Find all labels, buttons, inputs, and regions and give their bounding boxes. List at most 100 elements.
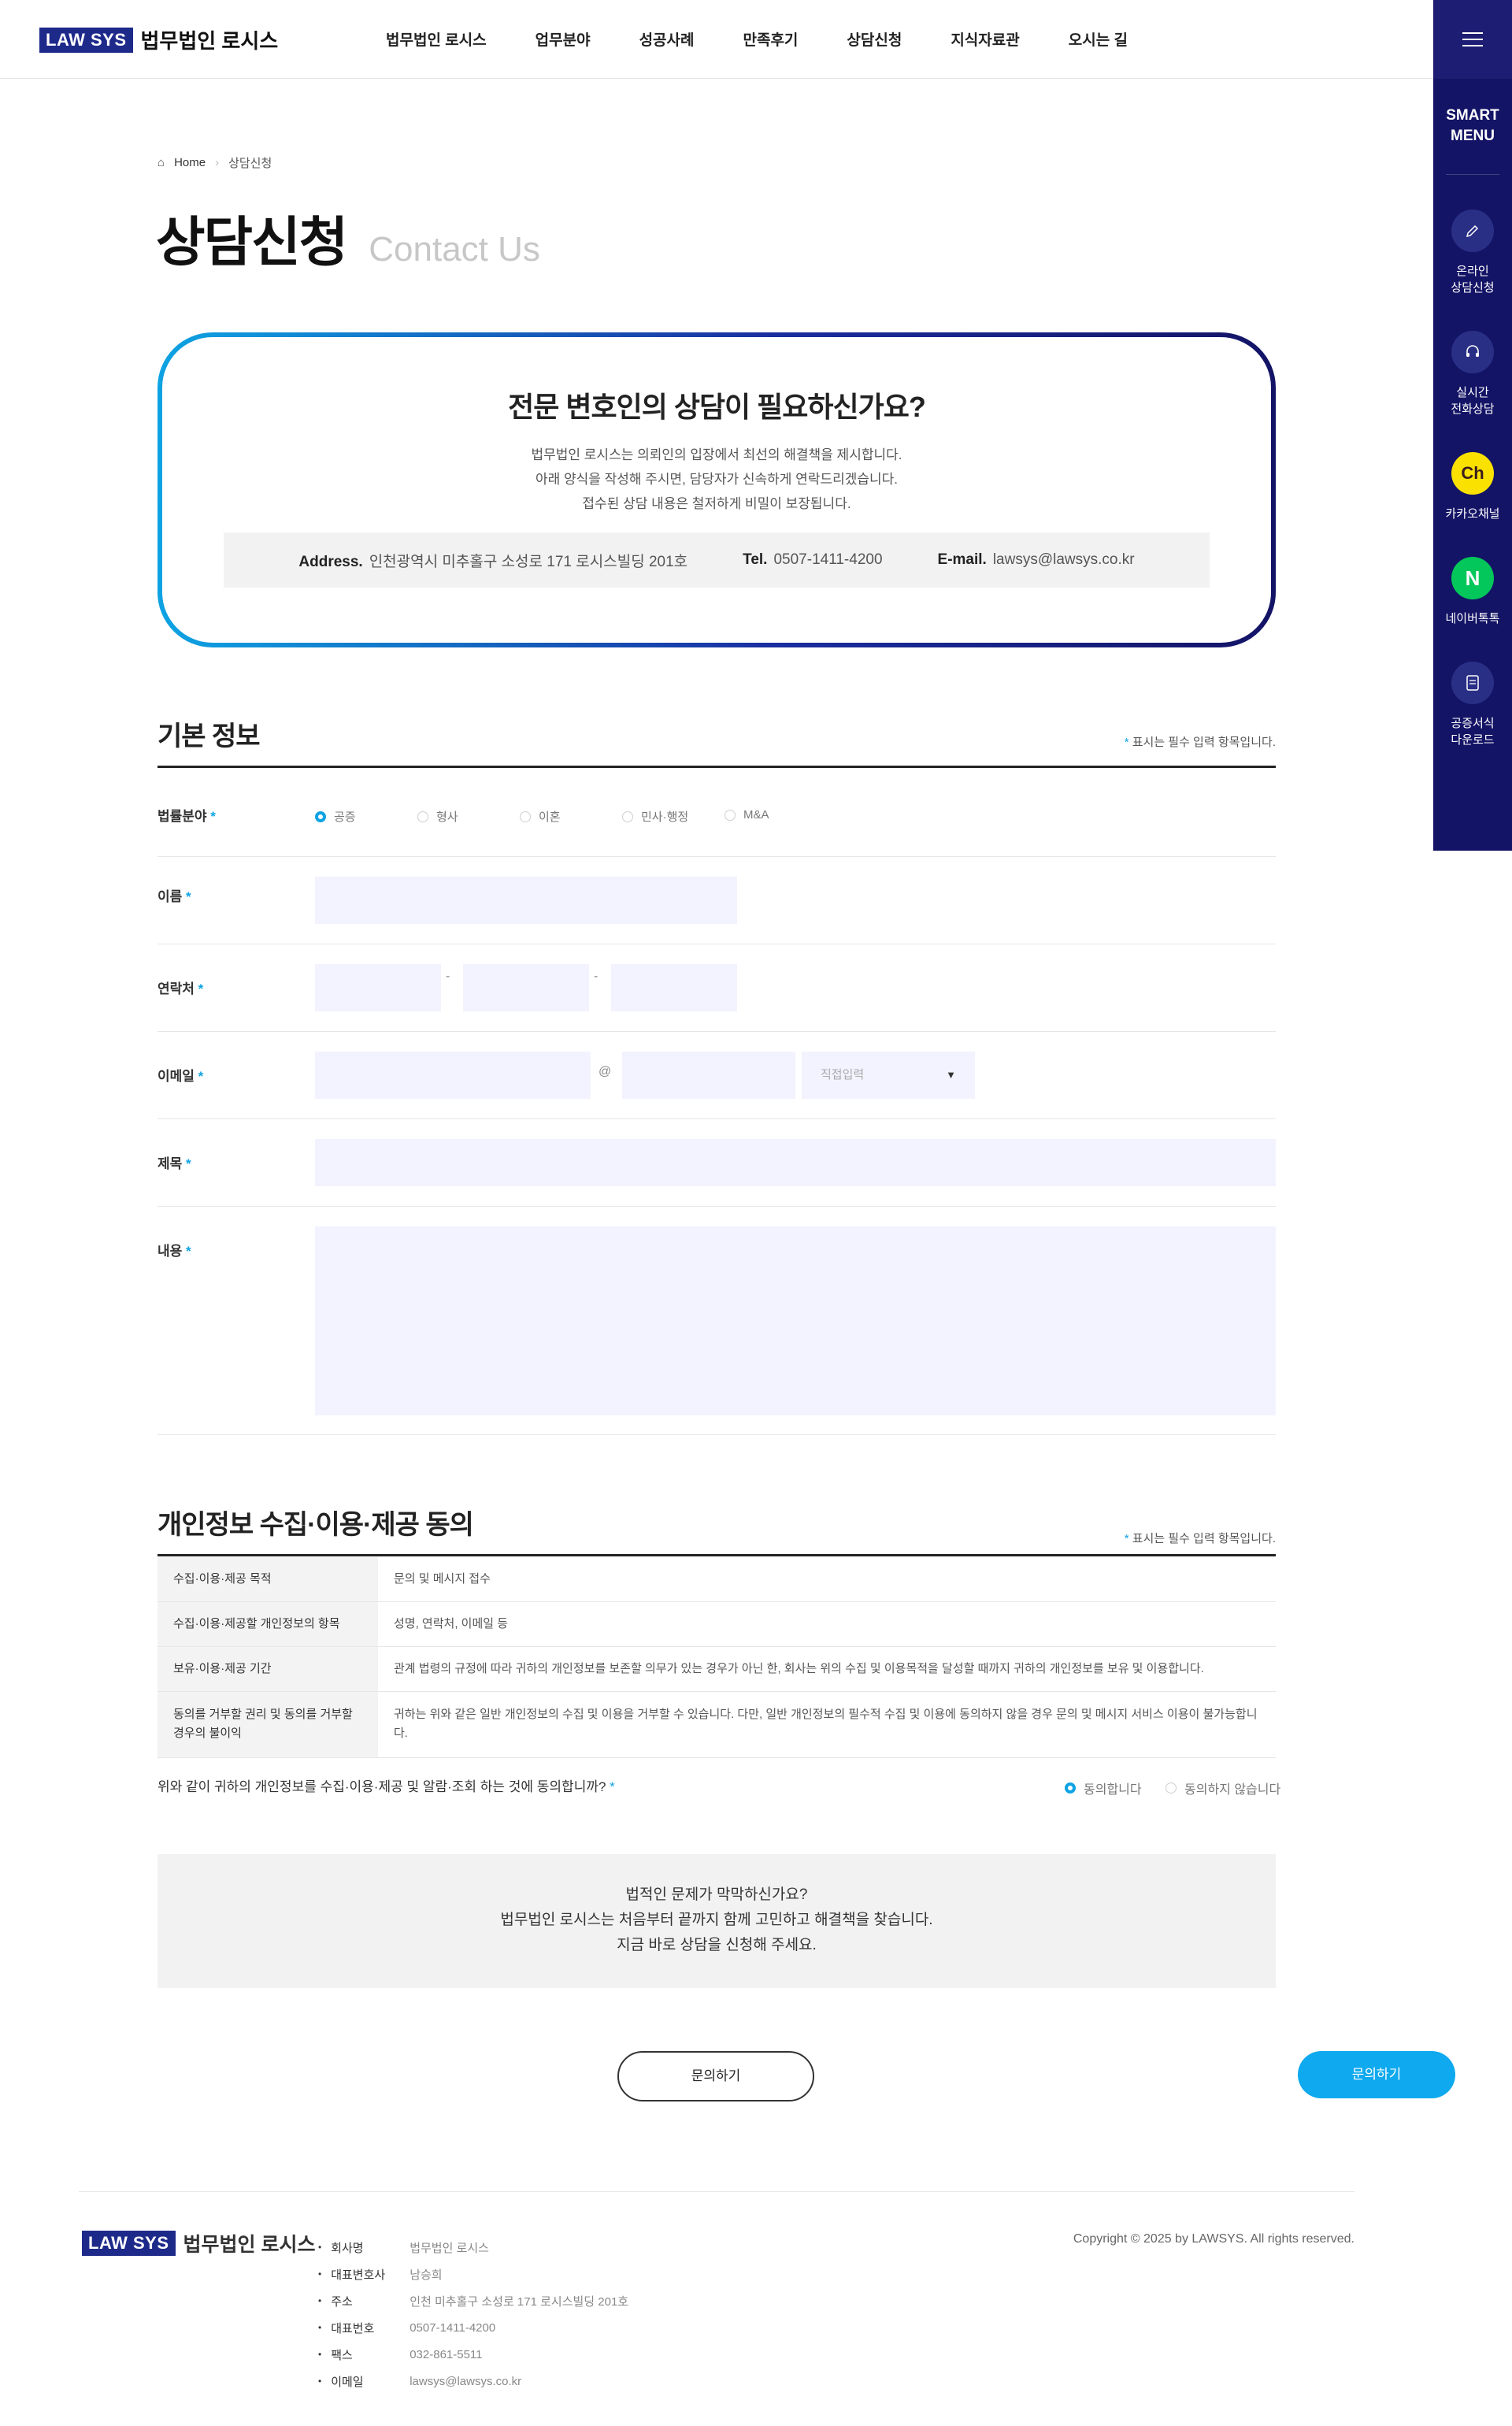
kakao-icon: Ch	[1451, 452, 1494, 495]
footer-info-item: 팩스032-861-5511	[318, 2341, 628, 2368]
cta-line: 지금 바로 상담을 신청해 주세요.	[617, 1937, 817, 1953]
table-cell: 성명, 연락처, 이메일 등	[378, 1601, 1276, 1647]
phone-input-1[interactable]	[315, 964, 441, 1011]
table-row: 수집·이용·제공 목적 문의 및 메시지 접수	[158, 1557, 1276, 1602]
intro-line: 접수된 상담 내용은 철저하게 비밀이 보장됩니다.	[582, 496, 851, 511]
email-id-input[interactable]	[315, 1052, 591, 1099]
radio-criminal[interactable]: 형사	[417, 808, 458, 825]
hamburger-menu-button[interactable]	[1433, 0, 1512, 79]
name-input[interactable]	[315, 877, 737, 924]
breadcrumb: ⌂ Home › 상담신청	[158, 154, 272, 171]
email-domain-input[interactable]	[622, 1052, 795, 1099]
site-header: LAW SYS 법무법인 로시스 법무법인 로시스 업무분야 성공사례 만족후기…	[0, 0, 1512, 79]
footer-info-item: 대표변호사남승희	[318, 2261, 628, 2287]
email-at-sign: @	[598, 1065, 612, 1078]
field-label: 법률분야 *	[158, 809, 216, 824]
name-label: 이름 *	[158, 889, 191, 904]
required-note: * 표시는 필수 입력 항목입니다.	[1124, 1532, 1276, 1545]
smart-item-label: 상담신청	[1451, 281, 1495, 295]
footer-info-item: 회사명법무법인 로시스	[318, 2234, 628, 2261]
intro-heading: 전문 변호인의 상담이 필요하신가요?	[508, 391, 926, 423]
phone-input-3[interactable]	[611, 964, 737, 1011]
radio-notary[interactable]: 공증	[315, 808, 356, 825]
content-row: 내용 *	[158, 1207, 1276, 1435]
main-nav: 법무법인 로시스 업무분야 성공사례 만족후기 상담신청 지식자료관 오시는 길	[386, 28, 1177, 50]
email-row: 이메일 * @ 직접입력 ▼	[158, 1032, 1276, 1119]
phone-row: 연락처 * - -	[158, 944, 1276, 1032]
smart-item-kakao[interactable]: Ch 카카오채널	[1433, 452, 1512, 522]
page-title: 상담신청 Contact Us	[156, 198, 540, 276]
basic-info-header: 기본 정보 * 표시는 필수 입력 항목입니다.	[158, 705, 1276, 768]
smart-item-online-consult[interactable]: 온라인 상담신청	[1433, 210, 1512, 296]
chevron-right-icon: ›	[215, 156, 220, 169]
nav-item-library[interactable]: 지식자료관	[951, 28, 1019, 50]
document-icon	[1451, 662, 1494, 704]
content-label: 내용 *	[158, 1244, 191, 1259]
nav-item-cases[interactable]: 성공사례	[639, 28, 695, 50]
footer-info: 회사명법무법인 로시스 대표변호사남승희 주소인천 미추홀구 소성로 171 로…	[318, 2234, 628, 2394]
pencil-icon	[1451, 210, 1494, 252]
nav-item-location[interactable]: 오시는 길	[1069, 28, 1128, 50]
footer-info-item: 주소인천 미추홀구 소성로 171 로시스빌딩 201호	[318, 2287, 628, 2314]
logo-badge: LAW SYS	[39, 27, 133, 53]
site-logo[interactable]: LAW SYS 법무법인 로시스	[39, 25, 278, 54]
subject-label: 제목 *	[158, 1156, 191, 1171]
radio-divorce[interactable]: 이혼	[520, 808, 561, 825]
smart-menu: SMART MENU 온라인 상담신청 실시간 전화상담 Ch 카카오채널 N 네이…	[1433, 79, 1512, 851]
radio-dot	[622, 811, 633, 822]
subject-input[interactable]	[315, 1139, 1276, 1186]
nav-item-consult[interactable]: 상담신청	[847, 28, 902, 50]
privacy-header: 개인정보 수집·이용·제공 동의 * 표시는 필수 입력 항목입니다.	[158, 1493, 1276, 1556]
breadcrumb-current: 상담신청	[228, 157, 272, 170]
logo-text: 법무법인 로시스	[140, 29, 279, 53]
table-head-cell: 수집·이용·제공 목적	[158, 1557, 378, 1602]
nav-item-about[interactable]: 법무법인 로시스	[386, 28, 487, 50]
nav-item-practice[interactable]: 업무분야	[536, 28, 591, 50]
nav-item-reviews[interactable]: 만족후기	[743, 28, 798, 50]
cta-line: 법무법인 로시스는 처음부터 끝까지 함께 고민하고 해결책을 찾습니다.	[500, 1912, 933, 1928]
smart-item-label: 공증서식	[1451, 717, 1495, 730]
phone-label: 연락처 *	[158, 981, 204, 996]
floating-inquiry-button[interactable]: 문의하기	[1298, 2051, 1455, 2098]
home-icon[interactable]: ⌂	[158, 156, 165, 169]
table-head-cell: 보유·이용·제공 기간	[158, 1646, 378, 1692]
table-row: 수집·이용·제공할 개인정보의 항목 성명, 연락처, 이메일 등	[158, 1601, 1276, 1647]
section-title: 기본 정보	[158, 721, 261, 751]
table-row: 보유·이용·제공 기간 관계 법령의 규정에 따라 귀하의 개인정보를 보존할 …	[158, 1646, 1276, 1692]
smart-item-phone-consult[interactable]: 실시간 전화상담	[1433, 331, 1512, 417]
smart-item-label: 다운로드	[1451, 733, 1495, 747]
footer-logo[interactable]: LAW SYS 법무법인 로시스	[82, 2229, 315, 2257]
intro-text: 법무법인 로시스는 의뢰인의 입장에서 최선의 해결책을 제시합니다. 아래 양…	[162, 443, 1271, 516]
smart-item-label: 실시간	[1456, 386, 1489, 399]
cta-box: 법적인 문제가 막막하신가요? 법무법인 로시스는 처음부터 끝까지 함께 고민…	[158, 1854, 1276, 1988]
radio-disagree[interactable]: 동의하지 않습니다	[1166, 1779, 1280, 1797]
radio-civil-admin[interactable]: 민사·행정	[622, 808, 688, 825]
footer-info-item: 이메일lawsys@lawsys.co.kr	[318, 2368, 628, 2394]
table-cell: 귀하는 위와 같은 일반 개인정보의 수집 및 이용을 거부할 수 있습니다. …	[378, 1691, 1276, 1758]
phone-input-2[interactable]	[463, 964, 589, 1011]
logo-badge: LAW SYS	[82, 2231, 176, 2256]
smart-item-forms-download[interactable]: 공증서식다운로드	[1433, 662, 1512, 748]
submit-button[interactable]: 문의하기	[617, 2051, 814, 2101]
page-title-ko: 상담신청	[156, 213, 348, 273]
contact-address: Address. 인천광역시 미추홀구 소성로 171 로시스빌딩 201호	[298, 553, 688, 570]
table-head-cell: 동의를 거부할 권리 및 동의를 거부할 경우의 불이익	[158, 1691, 378, 1758]
email-domain-select[interactable]: 직접입력 ▼	[802, 1052, 975, 1099]
name-row: 이름 *	[158, 857, 1276, 944]
radio-mna[interactable]: M&A	[724, 808, 769, 822]
smart-menu-title: SMART MENU	[1446, 79, 1499, 175]
table-cell: 관계 법령의 규정에 따라 귀하의 개인정보를 보존할 의무가 있는 경우가 아…	[378, 1646, 1276, 1692]
subject-row: 제목 *	[158, 1119, 1276, 1207]
contact-info-bar: Address. 인천광역시 미추홀구 소성로 171 로시스빌딩 201호 Te…	[224, 532, 1210, 588]
smart-item-naver[interactable]: N 네이버톡톡	[1433, 557, 1512, 627]
content-textarea[interactable]	[315, 1226, 1276, 1415]
phone-separator: -	[594, 970, 598, 983]
footer-divider	[79, 2191, 1354, 2192]
table-cell: 문의 및 메시지 접수	[378, 1557, 1276, 1602]
radio-agree[interactable]: 동의합니다	[1065, 1779, 1142, 1797]
law-field-row: 법률분야 * 공증 형사 이혼 민사·행정 M&A	[158, 770, 1276, 857]
naver-icon: N	[1451, 557, 1494, 599]
smart-item-label: 네이버톡톡	[1445, 612, 1500, 625]
radio-dot	[417, 811, 428, 822]
breadcrumb-home[interactable]: Home	[174, 156, 206, 169]
